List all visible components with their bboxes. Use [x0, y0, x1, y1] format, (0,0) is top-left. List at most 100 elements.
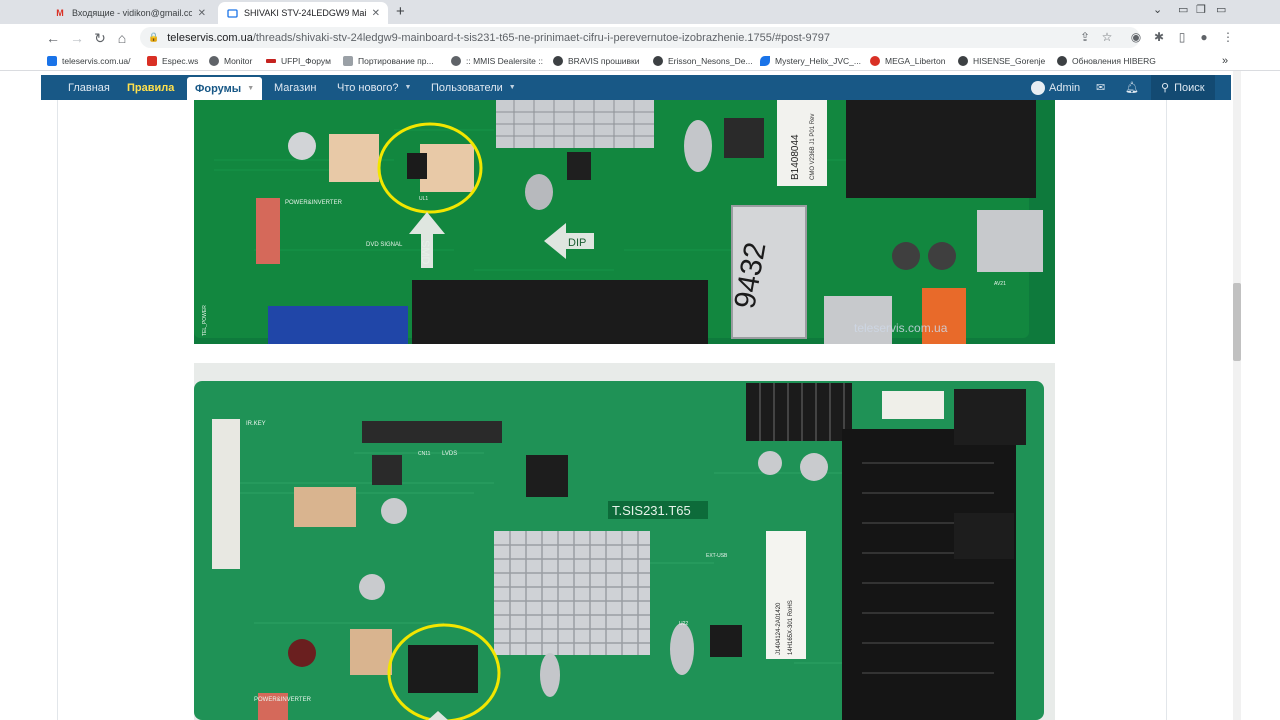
puzzle-icon[interactable]: ✱	[1152, 30, 1166, 44]
model-label: T.SIS231.T65	[612, 503, 691, 518]
minimize-icon[interactable]: ▭	[1178, 3, 1188, 16]
profile-icon[interactable]: ●	[1197, 30, 1211, 44]
site-icon	[147, 56, 157, 66]
account-menu[interactable]: Admin	[1031, 75, 1080, 100]
hdmi-port	[824, 296, 892, 344]
gmail-icon: M	[56, 8, 64, 18]
search-button[interactable]: ⚲ Поиск	[1151, 75, 1215, 100]
nav-shop[interactable]: Магазин	[274, 75, 316, 100]
pcb-photo-1[interactable]: SMD DIP POWER&INVERTER DVD SIGNAL UL1 TE…	[194, 100, 1055, 344]
scart-connector	[842, 429, 1016, 720]
dip-label: DIP	[568, 237, 586, 249]
capacitor	[381, 498, 407, 524]
pcb-silkscreen: CN11	[418, 451, 431, 457]
globe-icon	[653, 56, 663, 66]
bookmark-label: :: MMIS Dealersite ::	[466, 56, 543, 66]
tab-gmail[interactable]: M Входящие - vidikon@gmail.com ✕	[46, 2, 214, 24]
nav-whats-new[interactable]: Что нового? ▼	[337, 75, 411, 100]
scrollbar[interactable]	[1233, 71, 1241, 720]
share-icon[interactable]: ⇪	[1078, 30, 1092, 44]
bookmark-label: BRAVIS прошивки	[568, 56, 640, 66]
home-icon[interactable]: ⌂	[112, 28, 132, 48]
close-icon[interactable]: ✕	[198, 8, 206, 19]
bookmark-label: Monitor	[224, 56, 253, 66]
address-bar[interactable]: 🔒 teleservis.com.ua/threads/shivaki-stv-…	[140, 27, 1140, 48]
nav-forums[interactable]: Форумы ▼	[187, 77, 263, 100]
tab-search-icon[interactable]: ⌄	[1153, 3, 1162, 16]
pcb-silkscreen: AV21	[994, 281, 1006, 287]
pcb-silkscreen: U22	[679, 621, 688, 627]
chip	[350, 629, 392, 675]
power-connector	[256, 198, 280, 264]
globe-icon	[958, 56, 968, 66]
close-window-icon[interactable]: ▭	[1216, 3, 1226, 16]
capacitor	[359, 574, 385, 600]
nav-members[interactable]: Пользователи ▼	[431, 75, 516, 100]
pcb-silkscreen: IR.KEY	[246, 421, 266, 427]
forward-icon[interactable]: →	[67, 28, 87, 48]
bookmark-item[interactable]: teleservis.com.ua/	[47, 54, 131, 68]
capacitor	[800, 453, 828, 481]
pcb-silkscreen: TEL_POWER	[202, 305, 208, 336]
svg-text:CMO V236B J1 P01 Rev: CMO V236B J1 P01 Rev	[810, 114, 816, 180]
watermark: teleservis.com.ua	[854, 321, 948, 335]
bookmark-item[interactable]: Espec.ws	[147, 54, 198, 68]
bookmark-item[interactable]: UFPI_Форум	[266, 54, 331, 68]
site-icon	[209, 56, 219, 66]
barcode-sticker: B1408044 CMO V236B J1 P01 Rev	[777, 100, 827, 186]
reload-icon[interactable]: ↻	[90, 28, 110, 48]
bookmark-label: Обновления HIBERG	[1072, 56, 1156, 66]
chip	[329, 134, 379, 182]
connector	[212, 419, 240, 569]
extension-icon[interactable]: ◉	[1129, 30, 1143, 44]
scart-connector	[846, 100, 1036, 198]
mega-icon	[870, 56, 880, 66]
bell-icon[interactable]: 🔔︎	[1125, 75, 1139, 100]
bookmark-label: UFPI_Форум	[281, 56, 331, 66]
new-tab-button[interactable]: +	[396, 3, 405, 20]
bookmark-item[interactable]: MEGA_Liberton	[870, 54, 945, 68]
bookmark-item[interactable]: Портирование пр...	[343, 54, 434, 68]
back-icon[interactable]: ←	[43, 28, 63, 48]
tab-strip: M Входящие - vidikon@gmail.com ✕ SHIVAKI…	[0, 0, 1280, 24]
pcb-photo-2[interactable]: LVDS IR.KEY CN11 T.SIS231.T65 EXT-USB J1…	[194, 363, 1055, 720]
bookmarks-bar: teleservis.com.ua/ Espec.ws Monitor UFPI…	[0, 51, 1280, 71]
scrollbar-thumb[interactable]	[1233, 283, 1241, 361]
bookmark-item[interactable]: :: MMIS Dealersite ::	[451, 54, 543, 68]
inbox-icon[interactable]: ✉	[1096, 75, 1105, 100]
nav-members-label: Пользователи	[431, 81, 503, 94]
svg-text:J1404124-2A01420: J1404124-2A01420	[776, 602, 782, 655]
side-panel-icon[interactable]: ▯	[1175, 30, 1189, 44]
bookmark-star-icon[interactable]: ☆	[1100, 30, 1114, 44]
regulator-chip	[408, 645, 478, 693]
bookmark-item[interactable]: Обновления HIBERG	[1057, 54, 1156, 68]
pcb-silkscreen: LVDS	[442, 451, 457, 457]
site-icon	[760, 56, 770, 66]
chip	[372, 455, 402, 485]
menu-icon[interactable]: ⋮	[1221, 30, 1235, 44]
lock-icon: 🔒	[148, 32, 160, 42]
restore-icon[interactable]: ❐	[1196, 3, 1206, 16]
search-icon: ⚲	[1161, 82, 1170, 94]
regulator-chip	[407, 153, 427, 179]
smd-label: SMD	[419, 240, 431, 265]
chevron-down-icon[interactable]: ▼	[509, 84, 516, 91]
nav-home[interactable]: Главная	[68, 75, 110, 100]
rca-jack	[922, 288, 966, 344]
chevron-down-icon[interactable]: ▼	[404, 84, 411, 91]
crystal	[684, 120, 712, 172]
bookmark-item[interactable]: BRAVIS прошивки	[553, 54, 640, 68]
close-icon[interactable]: ✕	[372, 8, 380, 19]
bookmark-item[interactable]: Erisson_Nesons_De...	[653, 54, 753, 68]
nav-rules[interactable]: Правила	[127, 75, 174, 100]
chevron-down-icon[interactable]: ▼	[247, 85, 254, 92]
tab-active[interactable]: SHIVAKI STV-24LEDGW9 Main8 ✕	[218, 2, 388, 24]
more-bookmarks-icon[interactable]: »	[1222, 54, 1228, 68]
bookmark-item[interactable]: Mystery_Helix_JVC_...	[760, 54, 861, 68]
connector	[882, 391, 944, 419]
bookmark-item[interactable]: HISENSE_Gorenje	[958, 54, 1045, 68]
audio-jack	[954, 513, 1014, 559]
bookmark-item[interactable]: Monitor	[209, 54, 252, 68]
bookmark-label: Espec.ws	[162, 56, 199, 66]
globe-icon	[553, 56, 563, 66]
